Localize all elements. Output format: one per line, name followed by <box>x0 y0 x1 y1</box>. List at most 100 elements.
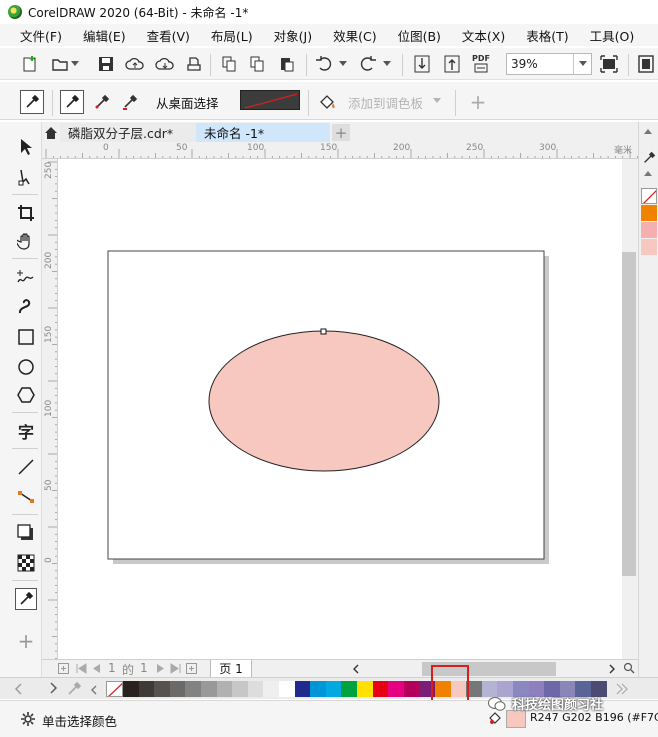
shape-tool-icon[interactable] <box>15 166 37 188</box>
add-to-palette-button[interactable]: 添加到调色板 <box>348 93 423 112</box>
save-icon[interactable] <box>96 54 116 74</box>
sample-color-icon[interactable] <box>120 90 140 114</box>
palette-swatch[interactable] <box>325 681 342 697</box>
paste-icon[interactable] <box>278 54 296 74</box>
palette-swatch[interactable] <box>201 681 217 697</box>
pick-from-desktop-button[interactable]: 从桌面选择 <box>156 93 219 112</box>
page-options-icon[interactable] <box>58 663 69 677</box>
cut-icon[interactable] <box>220 54 238 74</box>
last-page-icon[interactable] <box>170 663 181 677</box>
color-eyedropper-icon[interactable] <box>15 588 37 610</box>
pan-hand-icon[interactable] <box>15 230 37 252</box>
options-panel-icon[interactable] <box>636 53 656 75</box>
palette-swatch[interactable] <box>123 681 139 697</box>
text-tool-icon[interactable]: 字 <box>15 420 37 442</box>
palette-swatch[interactable] <box>388 681 404 697</box>
vertical-ruler[interactable]: 250 200 150 100 50 0 <box>42 159 58 659</box>
crop-tool-icon[interactable] <box>15 202 37 224</box>
scroll-left-icon[interactable] <box>352 663 360 677</box>
tab-phospholipid-bilayer[interactable]: 磷脂双分子层.cdr* <box>60 123 196 142</box>
menu-effects[interactable]: 效果(C) <box>333 26 376 45</box>
dock-swatch-pink[interactable] <box>641 222 657 238</box>
eyedropper-mode-icon[interactable] <box>20 90 44 114</box>
palette-swatch[interactable] <box>403 681 420 697</box>
vertical-scrollbar[interactable] <box>622 159 638 659</box>
full-screen-icon[interactable] <box>598 53 620 75</box>
paint-bucket-icon[interactable] <box>316 90 338 114</box>
menu-bitmaps[interactable]: 位图(B) <box>398 26 441 45</box>
freehand-tool-icon[interactable] <box>15 266 37 288</box>
menu-tools[interactable]: 工具(O) <box>590 26 635 45</box>
parallel-dimension-icon[interactable] <box>15 456 37 478</box>
transparency-icon[interactable] <box>15 552 37 574</box>
zoom-level-combo[interactable]: 39% <box>506 53 592 75</box>
dock-chevron-up-icon[interactable] <box>641 126 655 138</box>
previous-page-icon[interactable] <box>92 663 101 677</box>
first-page-icon[interactable] <box>76 663 87 677</box>
add-palette-chevron-icon[interactable] <box>432 94 442 108</box>
drawing-canvas[interactable] <box>58 159 622 659</box>
ellipse-shape[interactable] <box>208 330 440 472</box>
export-icon[interactable] <box>442 53 462 75</box>
horizontal-ruler[interactable]: 0 50 100 150 200 250 300 毫米 <box>42 142 638 159</box>
polygon-tool-icon[interactable] <box>15 384 37 406</box>
import-icon[interactable] <box>412 53 432 75</box>
cloud-upload-icon[interactable] <box>124 54 146 74</box>
select-color-icon[interactable] <box>60 90 84 114</box>
add-icon[interactable]: + <box>468 90 488 114</box>
menu-view[interactable]: 查看(V) <box>147 26 190 45</box>
print-icon[interactable] <box>184 54 204 74</box>
vertical-scrollbar-thumb[interactable] <box>622 252 636 576</box>
zoom-dropdown-chevron-icon[interactable] <box>573 54 591 74</box>
palette-scroll-left-icon[interactable] <box>14 683 24 698</box>
menu-object[interactable]: 对象(J) <box>274 26 312 45</box>
palette-swatch[interactable] <box>279 681 295 697</box>
palette-menu-icon[interactable] <box>50 682 58 697</box>
page-tab-1[interactable]: 页 1 <box>210 660 252 678</box>
dock-swatch-light-pink[interactable] <box>641 239 657 255</box>
cloud-download-icon[interactable] <box>154 54 176 74</box>
artistic-media-icon[interactable] <box>15 296 37 318</box>
menu-edit[interactable]: 编辑(E) <box>83 26 126 45</box>
dock-swatch-orange[interactable] <box>641 205 657 221</box>
palette-chevron-left-icon[interactable] <box>90 684 98 698</box>
undo-chevron-icon[interactable] <box>338 57 348 71</box>
palette-swatch[interactable] <box>232 681 248 697</box>
next-page-icon[interactable] <box>156 663 165 677</box>
menu-text[interactable]: 文本(X) <box>462 26 505 45</box>
palette-eyedropper-icon[interactable] <box>66 681 82 700</box>
tab-untitled-1[interactable]: 未命名 -1* <box>196 123 330 142</box>
palette-swatch[interactable] <box>154 681 170 697</box>
palette-no-color-swatch[interactable] <box>106 681 123 697</box>
palette-swatch[interactable] <box>216 681 233 697</box>
menu-table[interactable]: 表格(T) <box>526 26 568 45</box>
scroll-right-icon[interactable] <box>608 663 616 677</box>
palette-swatch[interactable] <box>372 681 389 697</box>
copy-icon[interactable] <box>248 54 266 74</box>
palette-swatch[interactable] <box>185 681 201 697</box>
dock-no-color-swatch[interactable] <box>641 188 657 204</box>
undo-icon[interactable] <box>314 54 334 74</box>
rectangle-tool-icon[interactable] <box>15 326 37 348</box>
connector-tool-icon[interactable] <box>15 486 37 508</box>
open-recent-chevron-icon[interactable] <box>70 57 80 71</box>
palette-swatch[interactable] <box>247 681 264 697</box>
zoom-navigator-icon[interactable] <box>622 660 636 676</box>
palette-swatch[interactable] <box>138 681 155 697</box>
dock-chevron-up-icon[interactable] <box>641 168 655 180</box>
dock-eyedropper-icon[interactable] <box>641 150 657 166</box>
palette-swatch[interactable] <box>341 681 357 697</box>
palette-expand-icon[interactable] <box>616 683 628 698</box>
quick-customize-icon[interactable]: + <box>15 629 37 653</box>
palette-swatch[interactable] <box>294 681 311 697</box>
open-folder-icon[interactable] <box>50 54 70 74</box>
menu-file[interactable]: 文件(F) <box>20 26 62 45</box>
publish-pdf-icon[interactable]: PDF <box>470 53 492 75</box>
new-tab-icon[interactable]: + <box>332 124 350 142</box>
ellipse-tool-icon[interactable] <box>15 356 37 378</box>
menu-layout[interactable]: 布局(L) <box>211 26 253 45</box>
palette-swatch[interactable] <box>263 681 279 697</box>
home-icon[interactable] <box>42 122 60 142</box>
drop-shadow-icon[interactable] <box>15 522 37 544</box>
ellipse-node-handle[interactable] <box>320 328 327 335</box>
